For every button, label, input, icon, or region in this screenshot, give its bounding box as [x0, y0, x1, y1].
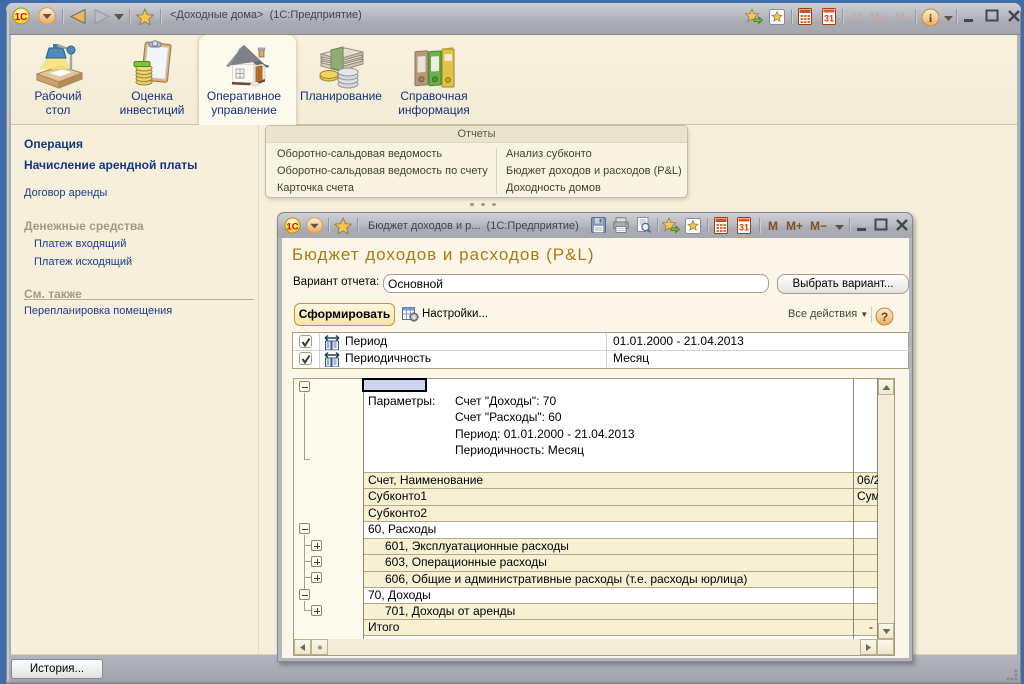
svg-text:1С: 1С [15, 12, 28, 23]
svg-text:31: 31 [824, 14, 834, 24]
svg-text:1С: 1С [286, 221, 298, 232]
svg-text:31: 31 [739, 223, 749, 233]
svg-text:?: ? [881, 310, 888, 324]
